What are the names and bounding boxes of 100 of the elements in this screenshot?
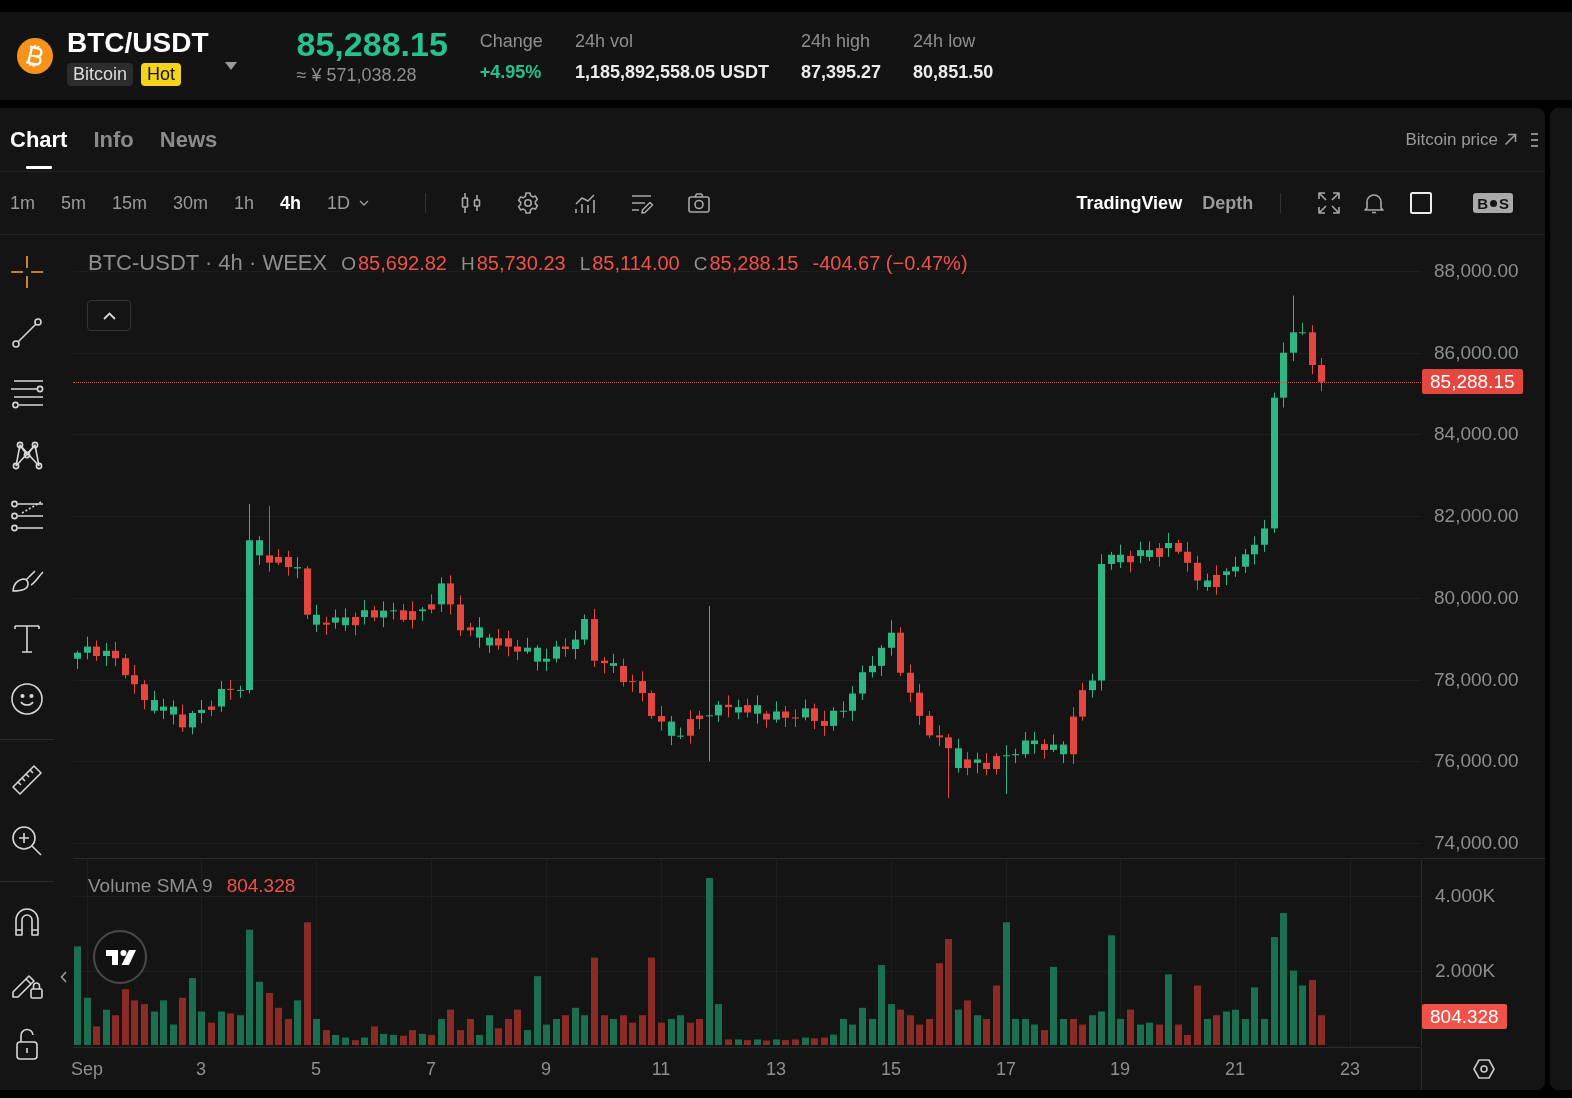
parallel-lines-icon[interactable]	[10, 498, 44, 533]
volume-bar	[888, 1004, 895, 1045]
interval-tab[interactable]: 5m	[61, 192, 87, 214]
smiley-icon[interactable]	[10, 681, 44, 716]
settings-icon[interactable]	[516, 191, 541, 215]
price-axis-label: 80,000.00	[1434, 587, 1519, 609]
volume-bar	[323, 1030, 330, 1045]
crosshair-icon[interactable]	[10, 254, 44, 289]
volume-bar	[1089, 1015, 1096, 1045]
volume-bar	[400, 1035, 407, 1045]
volume-bar	[428, 1034, 435, 1045]
volume-bar	[419, 1033, 426, 1045]
volume-bar	[802, 1037, 809, 1045]
volume-bar	[256, 981, 263, 1045]
volume-bar	[1165, 974, 1172, 1045]
volume-bar	[1117, 1018, 1124, 1045]
volume-bar	[849, 1024, 856, 1045]
stat-label: 24h vol	[574, 29, 634, 52]
last-volume-label: 804.328	[1422, 1004, 1507, 1029]
volume-bar	[1156, 1024, 1163, 1045]
fullscreen-icon[interactable]	[1317, 191, 1342, 215]
indicators-icon[interactable]	[573, 191, 598, 215]
chevron-up-icon	[102, 311, 116, 320]
square-icon[interactable]	[1409, 191, 1434, 215]
volume-bar	[1309, 979, 1316, 1045]
interval-tab[interactable]: 1m	[10, 192, 35, 214]
volume-bar	[744, 1040, 751, 1045]
interval-tab[interactable]: 30m	[173, 192, 209, 214]
volume-bar	[1175, 1024, 1182, 1045]
tab[interactable]: Info	[93, 108, 134, 171]
view-tab[interactable]: TradingView	[1076, 192, 1183, 214]
tab[interactable]: Chart	[10, 108, 68, 171]
volume-bar	[897, 1009, 904, 1045]
price-axis-label: 74,000.00	[1434, 832, 1519, 854]
caret-icon[interactable]	[224, 62, 237, 70]
volume-bar	[1223, 1011, 1230, 1045]
volume-bar	[543, 1024, 550, 1045]
volume-bar	[955, 1009, 962, 1045]
ohlc-label: L	[579, 253, 591, 275]
ruler-icon[interactable]	[10, 762, 44, 797]
price-axis-label: 78,000.00	[1434, 669, 1519, 691]
volume-bar	[380, 1033, 387, 1045]
trend-line-icon[interactable]	[10, 315, 44, 350]
volume-bar	[103, 1009, 110, 1045]
volume-bar	[179, 997, 186, 1045]
volume-bar	[725, 1039, 732, 1045]
volume-bar	[467, 1018, 474, 1045]
volume-bar	[151, 1011, 158, 1045]
volume-bar	[1299, 985, 1306, 1045]
volume-bar	[438, 1018, 445, 1045]
view-tab[interactable]: Depth	[1202, 192, 1254, 214]
interval-tab[interactable]: 1D	[327, 192, 370, 214]
price-axis-label: 84,000.00	[1434, 423, 1519, 445]
volume-bar	[773, 1039, 780, 1045]
volume-bar	[572, 1007, 579, 1045]
volume-bar	[352, 1040, 359, 1045]
volume-bar	[983, 1018, 990, 1045]
time-axis-label: 5	[311, 1058, 321, 1080]
volume-bar	[1194, 985, 1201, 1045]
volume-bar	[792, 1039, 799, 1045]
more-icon[interactable]	[1531, 131, 1538, 148]
collapse-button[interactable]	[87, 300, 131, 331]
volume-bar	[553, 1018, 560, 1045]
coin-name-tag: Bitcoin	[67, 62, 134, 86]
pair-title: BTC/USDT	[67, 26, 209, 59]
price-link[interactable]: Bitcoin price	[1405, 129, 1517, 150]
volume-bar	[275, 1007, 282, 1045]
ohlc-label: H	[460, 253, 475, 275]
volume-bar	[342, 1037, 349, 1045]
buy-sell-toggle[interactable]: B S	[1473, 193, 1513, 213]
settings-icon[interactable]	[1471, 1057, 1496, 1081]
volume-bar	[1146, 1022, 1153, 1045]
volume-legend-value: 804.328	[226, 875, 296, 897]
interval-tab[interactable]: 15m	[112, 192, 148, 214]
price-axis-label: 88,000.00	[1434, 260, 1519, 282]
volume-bar	[754, 1039, 761, 1045]
interval-tab[interactable]: 4h	[280, 192, 302, 214]
interval-tab[interactable]: 1h	[234, 192, 255, 214]
time-axis-label: 23	[1340, 1058, 1360, 1080]
tab[interactable]: News	[159, 108, 218, 171]
logo-icon[interactable]	[93, 930, 147, 984]
volume-bar	[926, 1018, 933, 1045]
volume-bar	[763, 1040, 770, 1045]
chevron-left-icon[interactable]	[60, 971, 67, 983]
bell-icon[interactable]	[1362, 191, 1387, 215]
volume-bar	[581, 1015, 588, 1045]
time-axis-label: 9	[541, 1058, 551, 1080]
volume-bar	[859, 1007, 866, 1045]
volume-bar	[218, 1011, 225, 1045]
volume-bar	[1137, 1024, 1144, 1045]
volume-bar	[266, 992, 273, 1045]
volume-bar	[715, 1004, 722, 1045]
volume-bar	[409, 1030, 416, 1045]
zoom-in-icon[interactable]	[10, 823, 44, 858]
volume-bar	[208, 1022, 215, 1045]
stat-value: 87,395.27	[801, 60, 882, 83]
hot-badge: Hot	[141, 62, 182, 86]
camera-icon[interactable]	[687, 191, 712, 215]
volume-bar	[227, 1013, 234, 1045]
volume-bar	[1251, 987, 1258, 1045]
